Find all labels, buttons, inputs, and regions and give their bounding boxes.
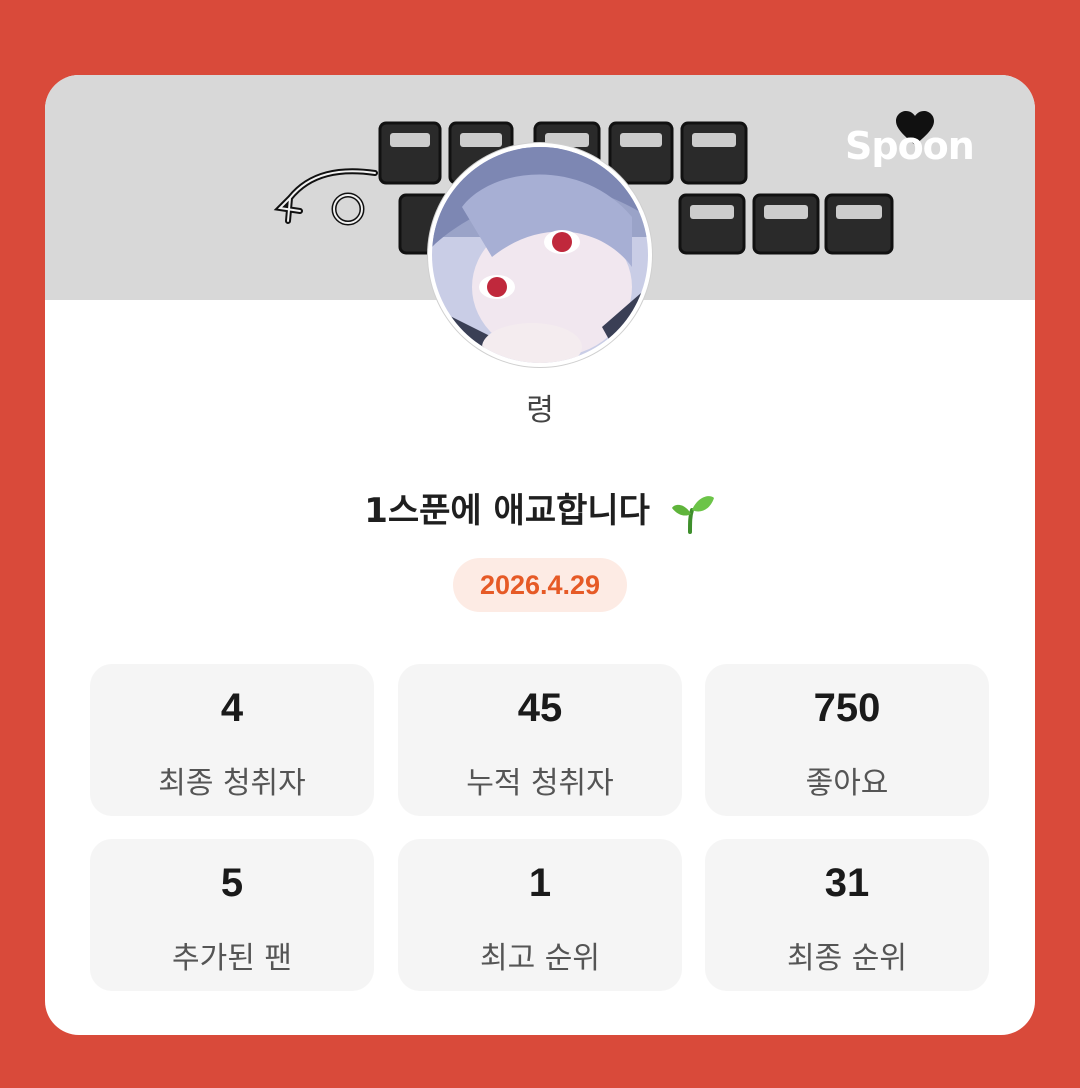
stat-label: 최고 순위 bbox=[480, 941, 600, 976]
live-date-badge: 2026.4.29 bbox=[453, 558, 627, 612]
sprout-icon bbox=[671, 495, 714, 534]
stat-label: 누적 청취자 bbox=[466, 766, 614, 801]
avatar-image bbox=[432, 147, 648, 363]
stat-label: 좋아요 bbox=[805, 766, 889, 801]
spoon-brand-text: Spoon bbox=[845, 124, 975, 168]
live-title: 1스푼에 애교합니다 bbox=[45, 483, 1035, 534]
stat-value: 750 bbox=[813, 686, 881, 730]
stat-best-rank: 1 최고 순위 bbox=[398, 839, 682, 991]
stat-value: 1 bbox=[528, 861, 552, 905]
spoon-logo: Spoon bbox=[845, 111, 985, 175]
stat-value: 5 bbox=[220, 861, 244, 905]
stat-value: 4 bbox=[220, 686, 244, 730]
stat-final-listeners: 4 최종 청취자 bbox=[90, 664, 374, 816]
stat-likes: 750 좋아요 bbox=[705, 664, 989, 816]
stat-label: 최종 청취자 bbox=[158, 766, 306, 801]
stat-label: 최종 순위 bbox=[787, 941, 907, 976]
stat-new-fans: 5 추가된 팬 bbox=[90, 839, 374, 991]
stat-value: 45 bbox=[517, 686, 563, 730]
profile-nickname: 령 bbox=[526, 393, 554, 428]
stat-total-listeners: 45 누적 청취자 bbox=[398, 664, 682, 816]
stat-label: 추가된 팬 bbox=[172, 941, 292, 976]
live-summary-card: Spoon 령 1스푼에 애교합니다 2026.4.29 4 최종 청취자 45… bbox=[45, 75, 1035, 1035]
stat-value: 31 bbox=[824, 861, 870, 905]
avatar[interactable] bbox=[428, 143, 652, 367]
live-title-text: 1스푼에 애교합니다 bbox=[364, 491, 650, 531]
stat-final-rank: 31 최종 순위 bbox=[705, 839, 989, 991]
